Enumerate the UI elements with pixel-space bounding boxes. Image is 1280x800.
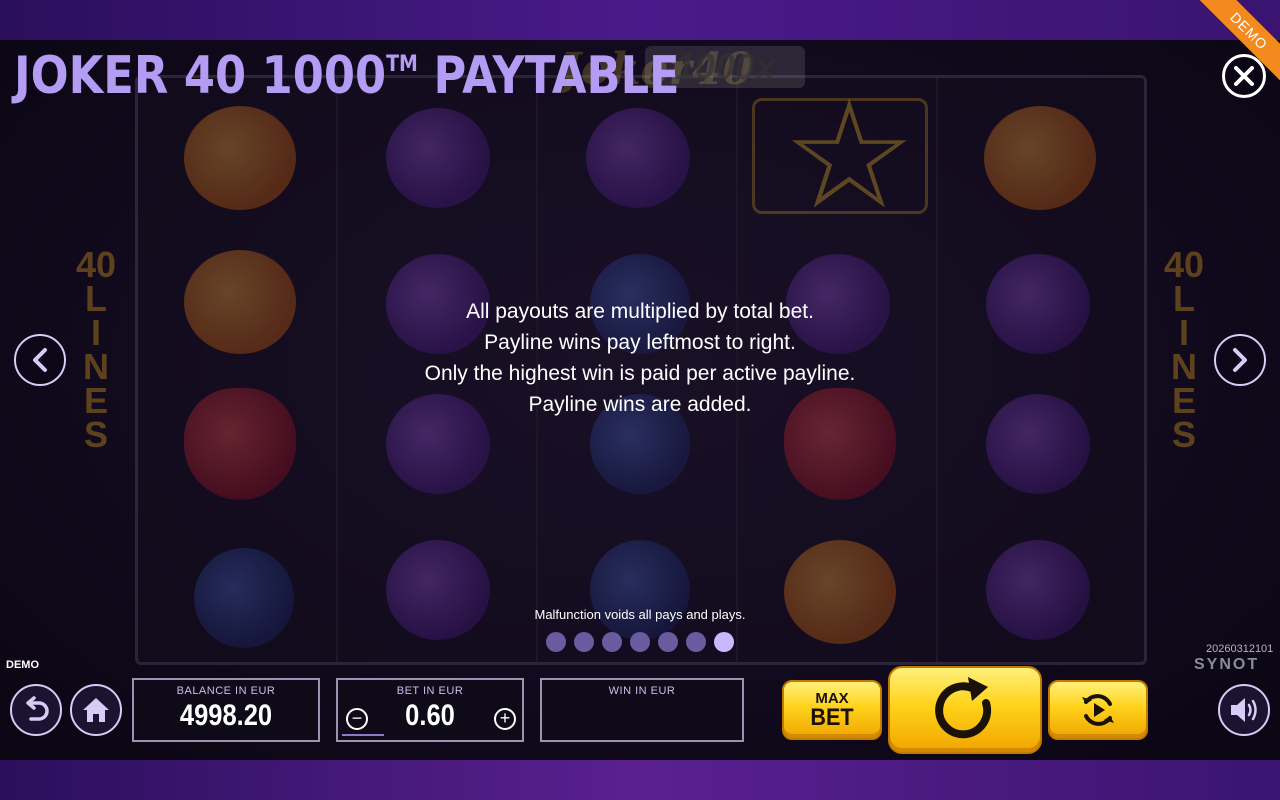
rule-line: Payline wins pay leftmost to right. — [484, 331, 796, 354]
plum-symbol — [586, 108, 690, 208]
side-label-char: N — [1171, 346, 1197, 387]
bet-underline — [342, 734, 384, 736]
max-bet-label-bottom: BET — [810, 703, 854, 731]
bottom-bar — [0, 760, 1280, 800]
side-lines-right: 40 L I N E S — [1160, 244, 1208, 455]
side-label-char: 40 — [1163, 244, 1205, 285]
balance-panel: BALANCE IN EUR 4998.20 — [132, 678, 320, 742]
build-number: 20260312101 — [1206, 643, 1274, 655]
side-label-char: S — [83, 414, 108, 455]
side-lines-left: 40 L I N E S — [72, 244, 120, 455]
brand-logo: SYNOT — [1194, 656, 1260, 673]
rule-line: Payline wins are added. — [528, 393, 752, 416]
side-label-char: S — [1171, 414, 1196, 455]
side-label-char: N — [83, 346, 109, 387]
reel-5 — [938, 78, 1138, 662]
home-icon — [83, 698, 109, 722]
side-label-char: I — [90, 312, 101, 353]
trademark-mark: TM — [386, 52, 418, 77]
spin-icon — [935, 677, 992, 739]
autoplay-icon — [1082, 694, 1114, 726]
sound-button[interactable] — [1218, 684, 1270, 736]
strawberry-symbol — [184, 388, 296, 500]
chevron-right-icon — [1233, 348, 1247, 372]
plum-symbol — [986, 394, 1090, 494]
page-dot-7[interactable] — [714, 632, 734, 652]
undo-icon — [26, 696, 49, 721]
back-button[interactable] — [10, 684, 62, 736]
next-page-button[interactable] — [1214, 334, 1266, 386]
grapes-symbol — [194, 548, 294, 648]
previous-page-button[interactable] — [14, 334, 66, 386]
close-button[interactable] — [1222, 54, 1266, 98]
paytable-rules: All payouts are multiplied by total bet.… — [340, 296, 940, 420]
page-title: JOKER 40 1000TM PAYTABLE — [14, 46, 680, 106]
side-label-char: L — [85, 278, 107, 319]
side-label-char: 40 — [75, 244, 117, 285]
plum-symbol — [386, 108, 490, 208]
orange-symbol — [784, 540, 896, 644]
title-game-name: JOKER 40 1000 — [14, 46, 387, 106]
home-button[interactable] — [70, 684, 122, 736]
malfunction-disclaimer: Malfunction voids all pays and plays. — [534, 607, 746, 622]
demo-label: DEMO — [6, 659, 39, 671]
page-dot-6[interactable] — [686, 632, 706, 652]
grapes-symbol — [590, 540, 690, 640]
speaker-icon — [1231, 698, 1257, 722]
max-bet-button[interactable]: MAX BET — [782, 680, 882, 740]
win-label: WIN IN EUR — [608, 685, 676, 697]
bet-label: BET IN EUR — [396, 685, 464, 697]
side-label-char: I — [1178, 312, 1189, 353]
page-indicator — [546, 632, 734, 652]
plum-symbol — [386, 540, 490, 640]
decrease-bet-button[interactable]: − — [346, 708, 368, 730]
side-label-char: L — [1173, 278, 1195, 319]
orange-symbol — [184, 250, 296, 354]
page-dot-3[interactable] — [602, 632, 622, 652]
page-dot-1[interactable] — [546, 632, 566, 652]
orange-symbol — [984, 106, 1096, 210]
chevron-left-icon — [33, 348, 47, 372]
page-dot-2[interactable] — [574, 632, 594, 652]
rule-line: All payouts are multiplied by total bet. — [466, 300, 814, 323]
side-label-char: E — [83, 380, 108, 421]
bet-value: 0.60 — [405, 699, 455, 732]
top-bar — [0, 0, 1280, 40]
autoplay-button[interactable] — [1048, 680, 1148, 740]
balance-label: BALANCE IN EUR — [176, 685, 276, 697]
reel-1 — [138, 78, 338, 662]
close-icon — [1234, 66, 1254, 86]
rule-line: Only the highest win is paid per active … — [424, 362, 856, 385]
side-label-char: E — [1171, 380, 1196, 421]
win-panel: WIN IN EUR — [540, 678, 744, 742]
star-icon: ☆ — [782, 71, 917, 239]
plum-symbol — [986, 540, 1090, 640]
increase-bet-button[interactable]: + — [494, 708, 516, 730]
plum-symbol — [986, 254, 1090, 354]
orange-symbol — [184, 106, 296, 210]
spin-button[interactable] — [888, 666, 1042, 754]
page-dot-5[interactable] — [658, 632, 678, 652]
balance-value: 4998.20 — [179, 699, 273, 732]
page-dot-4[interactable] — [630, 632, 650, 652]
title-suffix: PAYTABLE — [433, 46, 680, 106]
bet-panel: BET IN EUR 0.60 − + — [336, 678, 524, 742]
